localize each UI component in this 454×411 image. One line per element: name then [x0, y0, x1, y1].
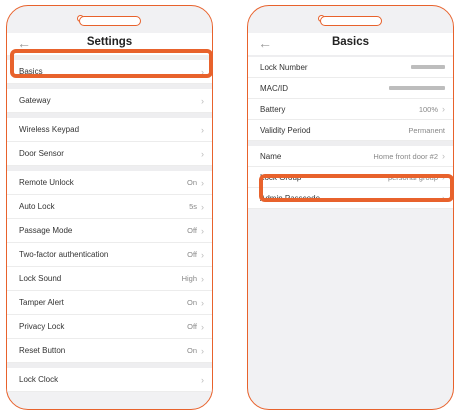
chevron-right-icon: › [201, 148, 204, 159]
row-label: Wireless Keypad [19, 125, 80, 134]
row-label: Gateway [19, 96, 51, 105]
row-value: High [181, 274, 197, 283]
chevron-right-icon: › [201, 177, 204, 188]
row-label: Remote Unlock [19, 178, 74, 187]
settings-row-lock-sound[interactable]: Lock Sound High › [7, 267, 212, 291]
settings-row-lock-clock[interactable]: Lock Clock › [7, 368, 212, 392]
chevron-right-icon: › [201, 249, 204, 260]
basics-row-validity-period: Validity Period Permanent [248, 120, 453, 141]
row-label: Passage Mode [19, 226, 73, 235]
chevron-right-icon: › [201, 297, 204, 308]
chevron-right-icon: › [201, 345, 204, 356]
row-value: On [186, 178, 197, 187]
chevron-right-icon: › [442, 151, 445, 161]
phone-notch [78, 16, 141, 26]
basics-row-name[interactable]: Name Home front door #2 › [248, 146, 453, 167]
row-value: 100% [418, 104, 438, 114]
row-label: Validity Period [260, 125, 311, 135]
settings-row-passage-mode[interactable]: Passage Mode Off › [7, 219, 212, 243]
redacted-value [411, 65, 445, 69]
basics-row-lock-number: Lock Number [248, 57, 453, 78]
settings-list: Basics › Gateway › Wireless Keypad › Doo… [7, 55, 212, 392]
chevron-right-icon: › [201, 95, 204, 106]
settings-row-two-factor[interactable]: Two-factor authentication Off › [7, 243, 212, 267]
basics-phone-frame: ← Basics Lock Number MAC/ID Battery 100%… [247, 5, 454, 410]
row-label: Two-factor authentication [19, 250, 109, 259]
row-value: Off [187, 226, 197, 235]
row-value: On [186, 298, 197, 307]
row-label: Lock Clock [19, 375, 59, 384]
settings-row-door-sensor[interactable]: Door Sensor › [7, 142, 212, 166]
settings-row-wireless-keypad[interactable]: Wireless Keypad › [7, 118, 212, 142]
chevron-right-icon: › [201, 273, 204, 284]
basics-row-mac-id: MAC/ID [248, 78, 453, 99]
basics-header: ← Basics [248, 33, 453, 55]
row-value: Off [187, 322, 197, 331]
row-label: MAC/ID [260, 83, 288, 93]
settings-row-reset-button[interactable]: Reset Button On › [7, 339, 212, 363]
row-label: Door Sensor [19, 149, 64, 158]
row-label: Reset Button [19, 346, 66, 355]
chevron-right-icon: › [442, 104, 445, 114]
row-label: Tamper Alert [19, 298, 64, 307]
chevron-right-icon: › [201, 321, 204, 332]
row-label: Auto Lock [19, 202, 55, 211]
settings-row-tamper-alert[interactable]: Tamper Alert On › [7, 291, 212, 315]
page-title: Basics [331, 36, 370, 48]
settings-row-gateway[interactable]: Gateway › [7, 89, 212, 113]
chevron-right-icon: › [201, 201, 204, 212]
phone-notch [319, 16, 382, 26]
redacted-value [389, 86, 445, 90]
settings-row-privacy-lock[interactable]: Privacy Lock Off › [7, 315, 212, 339]
settings-row-auto-lock[interactable]: Auto Lock 5s › [7, 195, 212, 219]
row-value: 5s [189, 202, 197, 211]
row-label: Privacy Lock [19, 322, 65, 331]
row-value: Permanent [408, 125, 445, 135]
chevron-right-icon: › [201, 374, 204, 385]
row-value: On [186, 346, 197, 355]
row-label: Lock Sound [19, 274, 62, 283]
row-value: Off [187, 250, 197, 259]
row-label: Lock Number [260, 62, 308, 72]
admin-passcode-highlight-outline [259, 174, 454, 202]
row-label: Battery [260, 104, 286, 114]
basics-highlight-outline [10, 49, 213, 78]
row-value: Home front door #2 [373, 151, 438, 161]
basics-row-battery[interactable]: Battery 100% › [248, 99, 453, 120]
page-title: Settings [86, 36, 133, 48]
row-label: Name [260, 151, 282, 161]
chevron-right-icon: › [201, 124, 204, 135]
chevron-right-icon: › [201, 225, 204, 236]
settings-row-remote-unlock[interactable]: Remote Unlock On › [7, 171, 212, 195]
